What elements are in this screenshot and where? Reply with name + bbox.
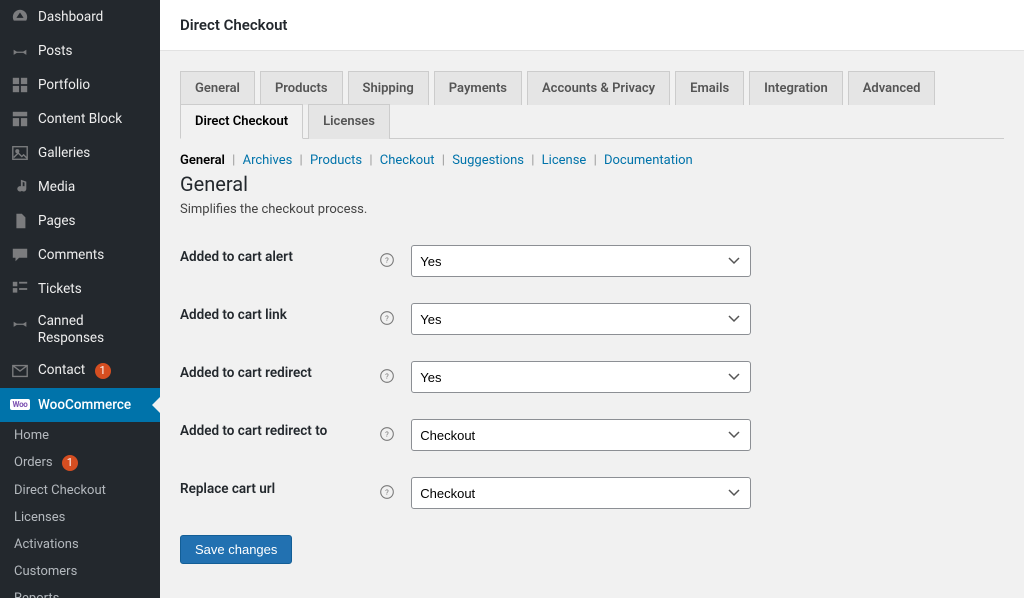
pin-icon	[10, 41, 30, 61]
sidebar-item-woocommerce[interactable]: Woo WooCommerce	[0, 388, 160, 422]
tab-shipping[interactable]: Shipping	[348, 71, 429, 105]
svg-text:?: ?	[385, 430, 389, 439]
sidebar-sub-orders[interactable]: Orders 1	[0, 449, 160, 477]
woocommerce-icon: Woo	[10, 395, 30, 415]
page-header: Direct Checkout	[160, 0, 1024, 51]
notification-badge: 1	[95, 363, 111, 379]
submit-row: Save changes	[180, 535, 1004, 564]
sidebar-item-contentblock[interactable]: Content Block	[0, 102, 160, 136]
svg-text:?: ?	[385, 488, 389, 497]
select-replace-cart-url[interactable]: Checkout	[411, 477, 751, 509]
subtab-suggestions[interactable]: Suggestions	[452, 153, 524, 168]
settings-subtabs: General | Archives | Products | Checkout…	[180, 153, 1004, 168]
subtab-license[interactable]: License	[542, 153, 587, 168]
sidebar-label: Dashboard	[38, 9, 103, 25]
select-cart-redirect-to[interactable]: Checkout	[411, 419, 751, 451]
layout-icon	[10, 109, 30, 129]
sidebar-item-comments[interactable]: Comments	[0, 238, 160, 272]
sidebar-item-canned[interactable]: Canned Responses	[0, 306, 160, 354]
mail-icon	[10, 361, 30, 381]
settings-tabs: General Products Shipping Payments Accou…	[180, 71, 1004, 139]
sidebar-label: Posts	[38, 43, 72, 59]
settings-form: Added to cart alert ? Yes Added to cart …	[180, 239, 1004, 529]
select-cart-redirect[interactable]: Yes	[411, 361, 751, 393]
help-icon[interactable]: ?	[380, 427, 396, 443]
sidebar-label: Contact	[38, 362, 85, 378]
ticket-icon	[10, 279, 30, 299]
field-label: Added to cart redirect to	[180, 413, 380, 471]
main-content: Direct Checkout General Products Shippin…	[160, 0, 1024, 598]
sidebar-label: Media	[38, 179, 75, 195]
field-label: Replace cart url	[180, 471, 380, 529]
sidebar-sub-customers[interactable]: Customers	[0, 558, 160, 585]
tab-accounts-privacy[interactable]: Accounts & Privacy	[527, 71, 670, 105]
sidebar-item-dashboard[interactable]: Dashboard	[0, 0, 160, 34]
tab-emails[interactable]: Emails	[675, 71, 744, 105]
sidebar-sub-home[interactable]: Home	[0, 422, 160, 449]
help-icon[interactable]: ?	[380, 369, 396, 385]
tab-products[interactable]: Products	[260, 71, 343, 105]
media-icon	[10, 177, 30, 197]
sidebar-item-media[interactable]: Media	[0, 170, 160, 204]
subtab-archives[interactable]: Archives	[243, 153, 293, 168]
page-icon	[10, 211, 30, 231]
svg-text:?: ?	[385, 372, 389, 381]
help-icon[interactable]: ?	[380, 253, 396, 269]
gauge-icon	[10, 7, 30, 27]
tab-direct-checkout[interactable]: Direct Checkout	[180, 104, 303, 139]
sidebar-label: Tickets	[38, 281, 82, 297]
admin-sidebar: Dashboard Posts Portfolio Content Block …	[0, 0, 160, 598]
save-button[interactable]: Save changes	[180, 535, 292, 564]
help-icon[interactable]: ?	[380, 311, 396, 327]
tab-integration[interactable]: Integration	[749, 71, 843, 105]
svg-text:?: ?	[385, 314, 389, 323]
sidebar-item-posts[interactable]: Posts	[0, 34, 160, 68]
sidebar-sub-reports[interactable]: Reports	[0, 585, 160, 598]
tab-general[interactable]: General	[180, 71, 255, 105]
sidebar-item-pages[interactable]: Pages	[0, 204, 160, 238]
subtab-general[interactable]: General	[180, 153, 225, 168]
field-label: Added to cart redirect	[180, 355, 380, 413]
comment-icon	[10, 245, 30, 265]
tab-licenses[interactable]: Licenses	[308, 104, 390, 139]
notification-badge: 1	[62, 455, 78, 471]
sidebar-label: Portfolio	[38, 77, 90, 93]
help-icon[interactable]: ?	[380, 485, 396, 501]
sidebar-label: Canned Responses	[38, 313, 152, 347]
page-title: Direct Checkout	[180, 16, 287, 34]
subtab-checkout[interactable]: Checkout	[380, 153, 435, 168]
select-cart-link[interactable]: Yes	[411, 303, 751, 335]
field-label: Added to cart link	[180, 297, 380, 355]
grid-icon	[10, 75, 30, 95]
sidebar-sub-licenses[interactable]: Licenses	[0, 504, 160, 531]
tab-payments[interactable]: Payments	[434, 71, 522, 105]
tab-advanced[interactable]: Advanced	[848, 71, 936, 105]
image-icon	[10, 143, 30, 163]
sidebar-item-tickets[interactable]: Tickets	[0, 272, 160, 306]
sidebar-label: Content Block	[38, 111, 122, 127]
sidebar-label: Galleries	[38, 145, 90, 161]
pin-icon	[10, 313, 30, 333]
sidebar-sub-activations[interactable]: Activations	[0, 531, 160, 558]
subtab-products[interactable]: Products	[310, 153, 362, 168]
sidebar-label: Comments	[38, 247, 104, 263]
sidebar-item-galleries[interactable]: Galleries	[0, 136, 160, 170]
section-title: General	[180, 172, 1004, 196]
sidebar-label: WooCommerce	[38, 397, 131, 413]
settings-content: General Products Shipping Payments Accou…	[160, 51, 1024, 598]
svg-text:?: ?	[385, 256, 389, 265]
sidebar-sub-direct-checkout[interactable]: Direct Checkout	[0, 477, 160, 504]
sidebar-label: Pages	[38, 213, 76, 229]
section-description: Simplifies the checkout process.	[180, 202, 1004, 217]
select-cart-alert[interactable]: Yes	[411, 245, 751, 277]
subtab-documentation[interactable]: Documentation	[604, 153, 693, 168]
field-label: Added to cart alert	[180, 239, 380, 297]
sidebar-item-portfolio[interactable]: Portfolio	[0, 68, 160, 102]
sidebar-item-contact[interactable]: Contact 1	[0, 354, 160, 388]
